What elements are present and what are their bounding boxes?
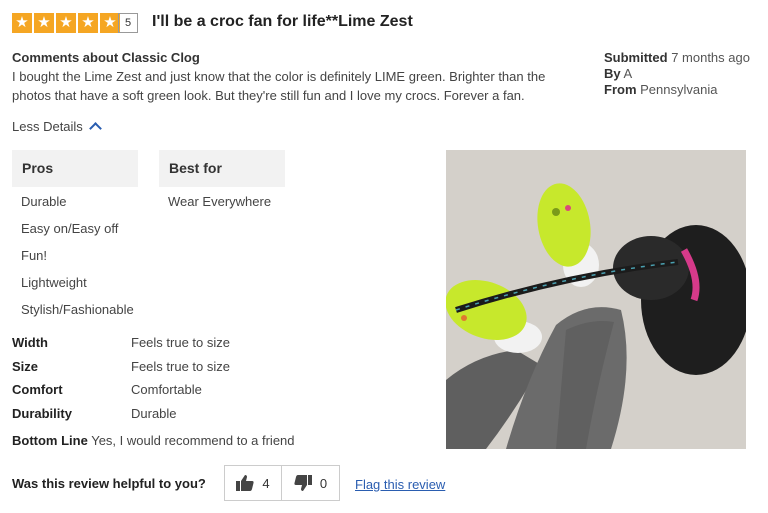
thumbs-up-count[interactable]: 4 (262, 476, 269, 491)
bottom-line: Bottom Line Yes, I would recommend to a … (12, 433, 295, 448)
attribute-value: Feels true to size (131, 358, 230, 374)
from-value: Pennsylvania (640, 82, 718, 97)
attribute-name: Durability (12, 405, 72, 421)
attribute-name: Comfort (12, 382, 63, 397)
pros-list: Durable Easy on/Easy off Fun! Lightweigh… (21, 188, 134, 323)
star-icon: ★ (34, 13, 54, 33)
submitted-label: Submitted (604, 50, 668, 65)
thumbs-down-button[interactable]: 0 (282, 465, 340, 501)
star-icon: ★ (12, 13, 32, 33)
attribute-value: Comfortable (131, 382, 202, 397)
attribute-value: Durable (131, 405, 177, 421)
thumbs-up-button[interactable]: 4 (224, 465, 282, 501)
bottom-line-value: Yes, I would recommend to a friend (91, 433, 295, 448)
chevron-up-icon[interactable] (88, 122, 102, 135)
flag-review-link[interactable]: Flag this review (355, 477, 445, 492)
pros-heading: Pros (12, 150, 138, 187)
helpful-vote-group: 4 0 (224, 465, 340, 501)
comments-heading: Comments about Classic Clog (12, 50, 200, 65)
bottom-line-label: Bottom Line (12, 433, 88, 448)
thumbs-down-count[interactable]: 0 (320, 476, 327, 491)
review-photo[interactable] (446, 150, 746, 449)
best-for-list: Wear Everywhere (168, 188, 271, 215)
attribute-row: Durability Durable (12, 402, 230, 426)
pros-item: Durable (21, 194, 67, 209)
pros-item: Stylish/Fashionable (21, 302, 134, 317)
pros-item: Easy on/Easy off (21, 221, 119, 236)
less-details-toggle[interactable]: Less Details (12, 119, 102, 135)
attribute-value: Feels true to size (131, 335, 230, 350)
by-value: A (623, 66, 633, 81)
submitted-value: 7 months ago (671, 50, 750, 65)
rating-score: 5 (118, 13, 138, 33)
from-label: From (604, 82, 637, 97)
thumbs-down-icon[interactable] (294, 475, 312, 491)
star-rating: ★ ★ ★ ★ ★ (12, 13, 120, 33)
helpful-question: Was this review helpful to you? (12, 476, 206, 491)
review-meta: Submitted 7 months ago By A From Pennsyl… (604, 50, 750, 98)
attribute-table: Width Feels true to size Size Feels true… (12, 331, 230, 425)
review-photo-image[interactable] (446, 150, 746, 449)
comments-body: I bought the Lime Zest and just know tha… (12, 69, 546, 103)
star-icon: ★ (56, 13, 76, 33)
by-label: By (604, 66, 621, 81)
pros-item: Fun! (21, 248, 48, 263)
best-for-item: Wear Everywhere (168, 194, 272, 209)
star-icon: ★ (78, 13, 98, 33)
pros-item: Lightweight (21, 275, 87, 290)
attribute-row: Size Feels true to size (12, 355, 230, 379)
best-for-heading: Best for (159, 150, 285, 187)
thumbs-up-icon[interactable] (236, 475, 254, 491)
attribute-name: Size (12, 358, 39, 374)
attribute-row: Comfort Comfortable (12, 378, 230, 402)
star-icon: ★ (100, 13, 120, 33)
attribute-row: Width Feels true to size (12, 331, 230, 355)
less-details-label[interactable]: Less Details (12, 119, 83, 134)
attribute-name: Width (12, 335, 48, 350)
review-title: I'll be a croc fan for life**Lime Zest (152, 13, 413, 30)
